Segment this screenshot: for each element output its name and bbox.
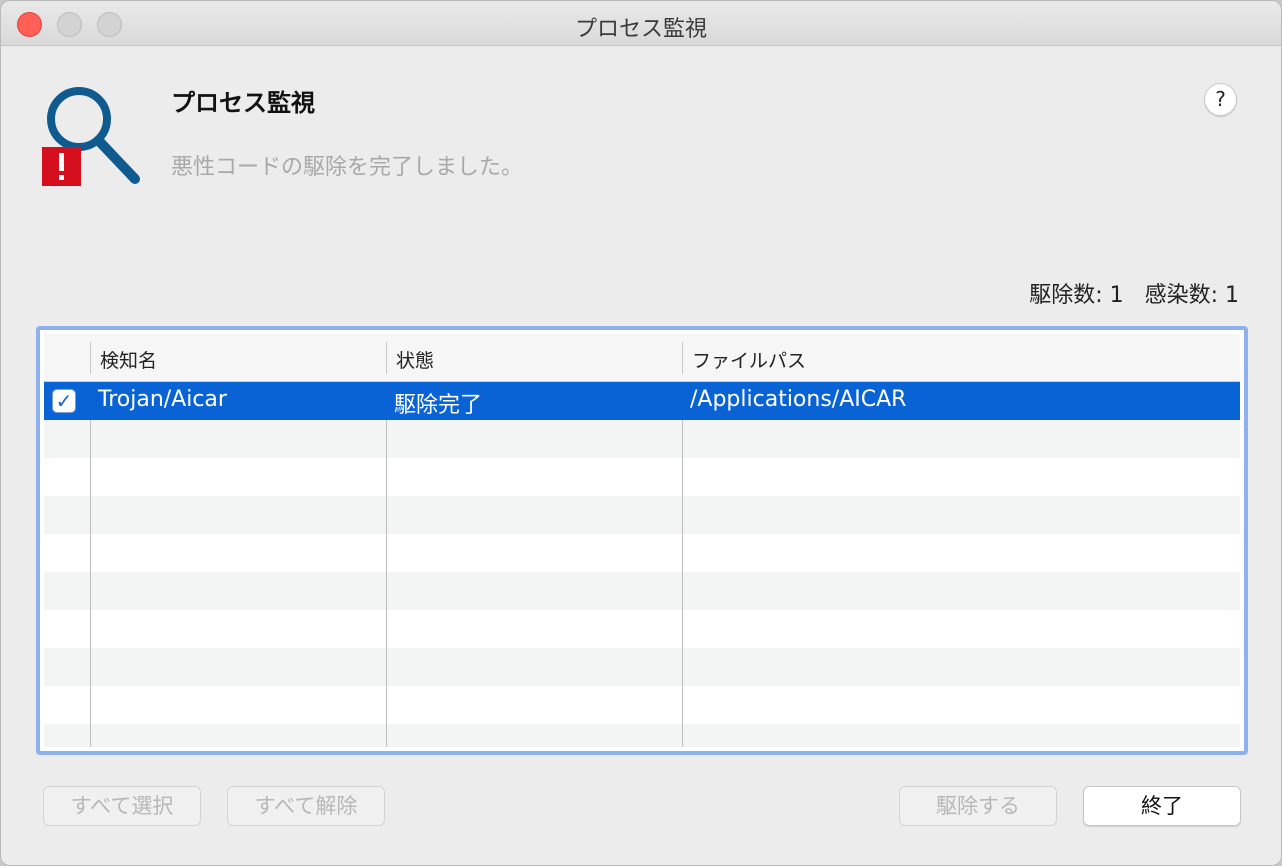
table-row[interactable]: ✓ Trojan/Aicar 駆除完了 /Applications/AICAR bbox=[44, 382, 1240, 420]
help-button[interactable]: ? bbox=[1204, 83, 1237, 116]
close-button[interactable]: 終了 bbox=[1083, 786, 1241, 826]
detection-counts: 駆除数: 1 感染数: 1 bbox=[1015, 277, 1239, 309]
table-row-empty bbox=[44, 648, 1240, 686]
header-divider bbox=[386, 342, 387, 374]
table-row-empty bbox=[44, 686, 1240, 724]
detection-table[interactable]: 検知名 状態 ファイルパス ✓ Trojan/Aicar 駆除完了 /Appli… bbox=[36, 326, 1248, 755]
infected-count: 感染数: 1 bbox=[1144, 283, 1239, 308]
remove-button[interactable]: 駆除する bbox=[899, 786, 1057, 826]
header-divider bbox=[682, 342, 683, 374]
column-header-path[interactable]: ファイルパス bbox=[692, 346, 806, 373]
header-divider bbox=[90, 342, 91, 374]
table-row-empty bbox=[44, 534, 1240, 572]
column-divider bbox=[386, 420, 387, 747]
status-message: 悪性コードの駆除を完了しました。 bbox=[171, 155, 524, 180]
row-checkbox[interactable]: ✓ bbox=[52, 389, 76, 413]
title-bar[interactable]: プロセス監視 bbox=[1, 1, 1281, 46]
status-cell: 駆除完了 bbox=[394, 393, 483, 418]
table-row-empty bbox=[44, 724, 1240, 747]
page-title: プロセス監視 bbox=[171, 89, 315, 117]
window-title: プロセス監視 bbox=[574, 17, 707, 42]
select-all-button[interactable]: すべて選択 bbox=[43, 786, 201, 826]
file-path-cell: /Applications/AICAR bbox=[690, 387, 907, 412]
detection-name-cell: Trojan/Aicar bbox=[98, 387, 227, 412]
magnifier-alert-icon bbox=[39, 85, 143, 189]
table-header: 検知名 状態 ファイルパス bbox=[44, 334, 1240, 382]
table-row-empty bbox=[44, 420, 1240, 458]
table-row-empty bbox=[44, 572, 1240, 610]
column-header-name[interactable]: 検知名 bbox=[100, 346, 157, 373]
column-divider bbox=[90, 420, 91, 747]
process-monitor-window: プロセス監視 プロセス監視 悪性コードの駆除を完了しました。 ? 駆除数: 1 … bbox=[0, 0, 1282, 866]
column-header-status[interactable]: 状態 bbox=[396, 346, 434, 373]
table-row-empty bbox=[44, 496, 1240, 534]
deselect-all-button[interactable]: すべて解除 bbox=[227, 786, 385, 826]
table-row-empty bbox=[44, 458, 1240, 496]
column-divider bbox=[682, 420, 683, 747]
table-row-empty bbox=[44, 610, 1240, 648]
removed-count: 駆除数: 1 bbox=[1029, 283, 1124, 308]
